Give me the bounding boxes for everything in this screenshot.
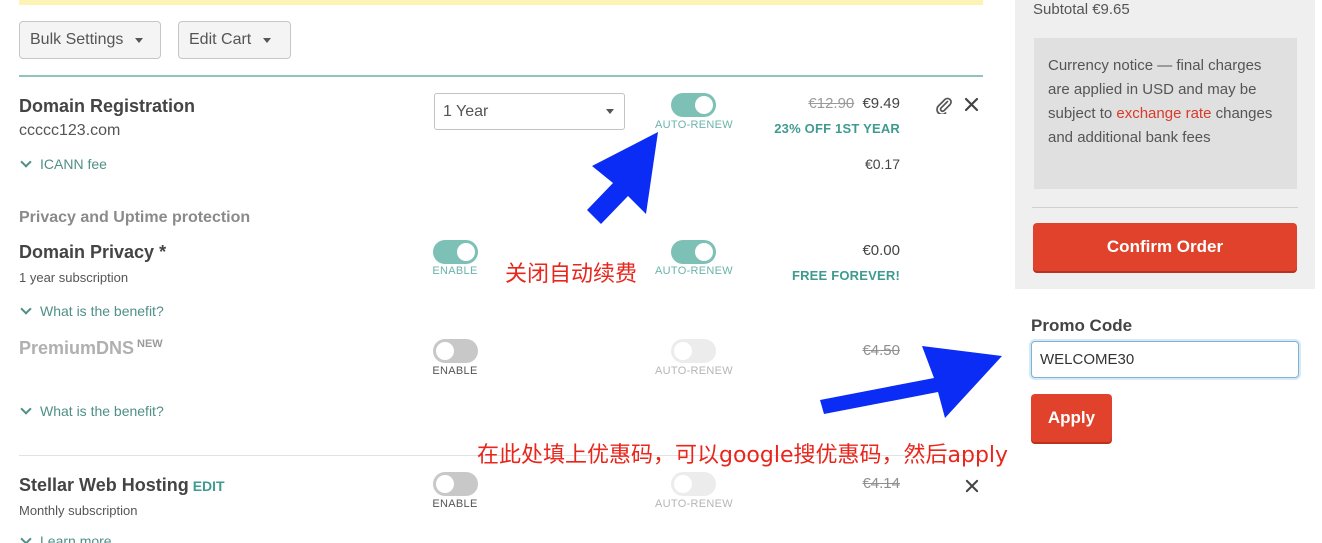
auto-renew-annotation: 关闭自动续费 (505, 262, 638, 287)
promo-annotation: 在此处填上优惠码，可以google搜优惠码，然后apply (477, 443, 1009, 468)
annotation-arrow-right (820, 346, 1002, 418)
annotation-arrow-up (587, 132, 658, 224)
